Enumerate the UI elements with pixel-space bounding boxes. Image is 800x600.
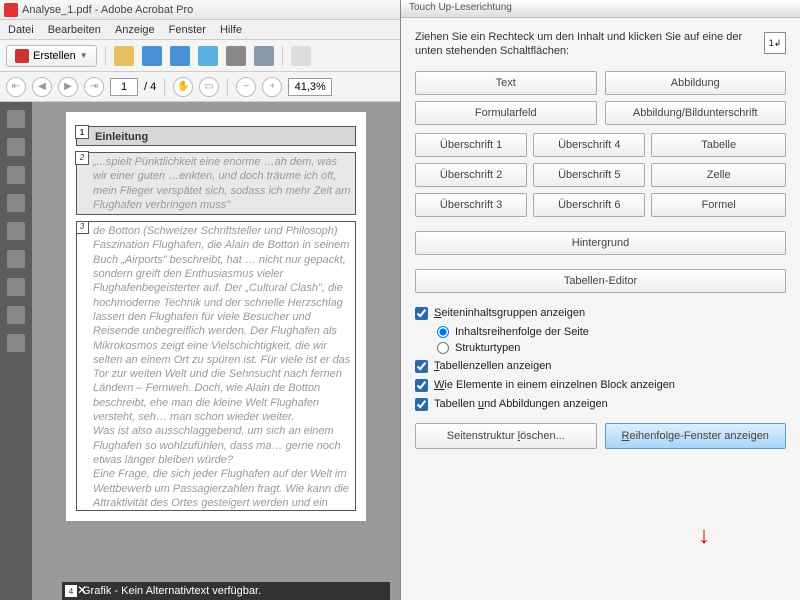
btn-table[interactable]: Tabelle: [651, 133, 786, 157]
chk-content-groups[interactable]: Seiteninhaltsgruppen anzeigen: [415, 307, 786, 320]
toolbar-nav: ⇤ ◀ ▶ ⇥ / 4 ✋ ▭ − + 41,3%: [0, 72, 400, 102]
radio-structure-types[interactable]: Strukturtypen: [437, 342, 786, 354]
checkbox-area: Seiteninhaltsgruppen anzeigen Inhaltsrei…: [415, 307, 786, 411]
chk-tables-figures[interactable]: Tabellen und Abbildungen anzeigen: [415, 398, 786, 411]
radio-page-order[interactable]: Inhaltsreihenfolge der Seite: [437, 326, 786, 338]
tag-number: 3: [76, 221, 89, 234]
label: Strukturtypen: [455, 342, 520, 354]
btn-formfield[interactable]: Formularfeld: [415, 101, 597, 125]
panel-title: Touch Up-Leserichtung: [401, 0, 800, 18]
annotation-arrow: [698, 522, 710, 550]
menubar: Datei Bearbeiten Anzeige Fenster Hilfe: [0, 20, 400, 40]
label: eiteninhaltsgruppen anzeigen: [441, 307, 585, 319]
last-page-icon[interactable]: ⇥: [84, 77, 104, 97]
btn-h6[interactable]: Überschrift 6: [533, 193, 645, 217]
save-as-icon[interactable]: [170, 46, 190, 66]
first-page-icon[interactable]: ⇤: [6, 77, 26, 97]
radio[interactable]: [437, 342, 449, 354]
instructions: Ziehen Sie ein Rechteck um den Inhalt un…: [415, 30, 786, 59]
nav-pane: [0, 102, 32, 600]
btn-figure-caption[interactable]: Abbildung/Bildunterschrift: [605, 101, 787, 125]
btn-h1[interactable]: Überschrift 1: [415, 133, 527, 157]
pdf-page: 1 Einleitung 2 „...spielt Pünktlichkeit …: [66, 112, 366, 521]
menu-edit[interactable]: Bearbeiten: [48, 24, 101, 36]
print-icon[interactable]: [226, 46, 246, 66]
tag-body[interactable]: 3 de Botton (Schweizer Schriftsteller un…: [76, 221, 356, 511]
tool-icon[interactable]: [291, 46, 311, 66]
layers-icon[interactable]: [7, 222, 25, 240]
reading-order-icon[interactable]: 1↲: [764, 32, 786, 54]
btn-text[interactable]: Text: [415, 71, 597, 95]
btn-cell[interactable]: Zelle: [651, 163, 786, 187]
model-tree-icon[interactable]: [7, 334, 25, 352]
figure-warning-text: Grafik - Kein Alternativtext verfügbar.: [82, 585, 261, 597]
acrobat-window: Analyse_1.pdf - Adobe Acrobat Pro Datei …: [0, 0, 400, 600]
page-input[interactable]: [110, 78, 138, 96]
btn-h5[interactable]: Überschrift 5: [533, 163, 645, 187]
tags-icon[interactable]: [7, 278, 25, 296]
content-icon[interactable]: [7, 306, 25, 324]
signatures-icon[interactable]: [7, 194, 25, 212]
menu-file[interactable]: Datei: [8, 24, 34, 36]
btn-formula[interactable]: Formel: [651, 193, 786, 217]
zoom-in-icon[interactable]: +: [262, 77, 282, 97]
tag-quote[interactable]: 2 „...spielt Pünktlichkeit eine enorme ……: [76, 152, 356, 215]
order-icon[interactable]: [7, 250, 25, 268]
tag-number: 4: [64, 584, 78, 598]
touchup-panel: Touch Up-Leserichtung 1↲ Ziehen Sie ein …: [400, 0, 800, 600]
checkbox[interactable]: [415, 398, 428, 411]
radio[interactable]: [437, 326, 449, 338]
btn-show-order-panel[interactable]: Reihenfolge-Fenster anzeigen: [605, 423, 787, 449]
zoom-out-icon[interactable]: −: [236, 77, 256, 97]
prev-page-icon[interactable]: ◀: [32, 77, 52, 97]
checkbox[interactable]: [415, 307, 428, 320]
select-tool-icon[interactable]: ▭: [199, 77, 219, 97]
label: Inhaltsreihenfolge der Seite: [455, 326, 589, 338]
chk-table-cells[interactable]: Tabellenzellen anzeigen: [415, 360, 786, 373]
page-total: / 4: [144, 81, 156, 93]
create-icon: [15, 49, 29, 63]
checkbox[interactable]: [415, 379, 428, 392]
quote-text: „...spielt Pünktlichkeit eine enorme …ah…: [93, 156, 350, 211]
heading-text: Einleitung: [95, 131, 148, 143]
pdf-icon: [4, 3, 18, 17]
next-page-icon[interactable]: ▶: [58, 77, 78, 97]
chk-single-block[interactable]: Wie Elemente in einem einzelnen Block an…: [415, 379, 786, 392]
toolbar-main: Erstellen ▼: [0, 40, 400, 72]
create-button[interactable]: Erstellen ▼: [6, 45, 97, 67]
panel-body: 1↲ Ziehen Sie ein Rechteck um den Inhalt…: [401, 18, 800, 600]
workarea: 1 Einleitung 2 „...spielt Pünktlichkeit …: [0, 102, 400, 600]
checkbox[interactable]: [415, 360, 428, 373]
tag-number: 2: [75, 151, 89, 165]
hand-tool-icon[interactable]: ✋: [173, 77, 193, 97]
btn-background[interactable]: Hintergrund: [415, 231, 786, 255]
zoom-level[interactable]: 41,3%: [288, 78, 332, 96]
document-area[interactable]: 1 Einleitung 2 „...spielt Pünktlichkeit …: [32, 102, 400, 600]
attachments-icon[interactable]: [7, 166, 25, 184]
chevron-down-icon: ▼: [80, 51, 88, 60]
tag-heading[interactable]: 1 Einleitung: [76, 126, 356, 146]
body-text: de Botton (Schweizer Schriftsteller und …: [93, 225, 350, 511]
open-icon[interactable]: [114, 46, 134, 66]
cross-icon: ✕: [77, 583, 87, 597]
titlebar: Analyse_1.pdf - Adobe Acrobat Pro: [0, 0, 400, 20]
tag-number: 1: [75, 125, 89, 139]
cloud-icon[interactable]: [254, 46, 274, 66]
bookmarks-icon[interactable]: [7, 138, 25, 156]
mail-icon[interactable]: [198, 46, 218, 66]
btn-figure[interactable]: Abbildung: [605, 71, 787, 95]
menu-help[interactable]: Hilfe: [220, 24, 242, 36]
save-icon[interactable]: [142, 46, 162, 66]
btn-h2[interactable]: Überschrift 2: [415, 163, 527, 187]
thumbnails-icon[interactable]: [7, 110, 25, 128]
window-title: Analyse_1.pdf - Adobe Acrobat Pro: [22, 4, 193, 16]
menu-window[interactable]: Fenster: [169, 24, 206, 36]
btn-clear-structure[interactable]: Seitenstruktur löschen...: [415, 423, 597, 449]
btn-table-editor[interactable]: Tabellen-Editor: [415, 269, 786, 293]
menu-view[interactable]: Anzeige: [115, 24, 155, 36]
btn-h3[interactable]: Überschrift 3: [415, 193, 527, 217]
create-label: Erstellen: [33, 50, 76, 62]
btn-h4[interactable]: Überschrift 4: [533, 133, 645, 157]
tag-figure-warning[interactable]: 4 ✕ Grafik - Kein Alternativtext verfügb…: [62, 582, 390, 600]
